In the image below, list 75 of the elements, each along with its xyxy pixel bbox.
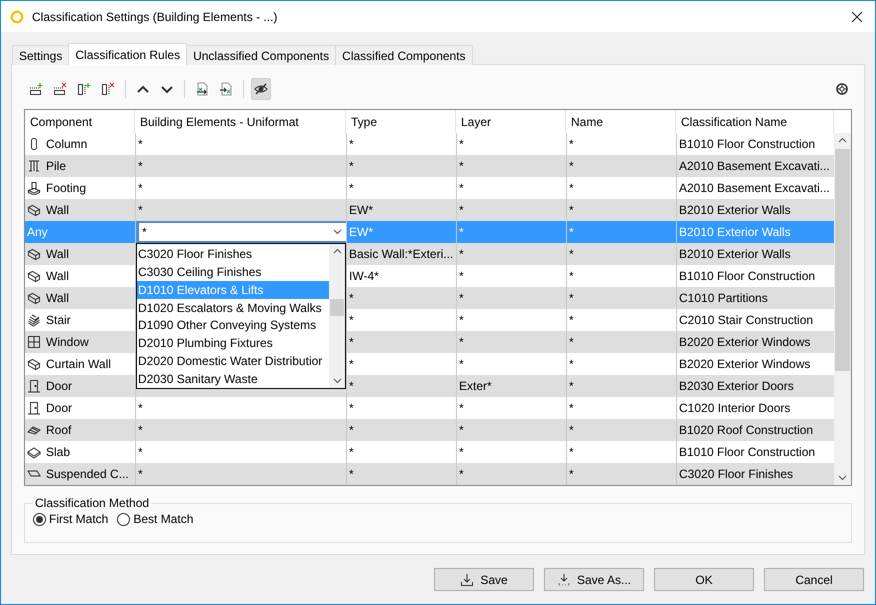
radio-option[interactable]: Best Match [117, 512, 194, 526]
footing-icon [27, 181, 41, 195]
table-row[interactable]: Suspended C... * * * * C3020 Floor Finishes [25, 463, 834, 485]
tab[interactable]: Classification Rules [68, 43, 188, 65]
slab-icon [27, 445, 41, 459]
dropdown-option[interactable]: D2010 Plumbing Fixtures [137, 334, 329, 352]
table-row[interactable]: Roof * * * * B1020 Roof Construction [25, 419, 834, 441]
table-cell: Roof [46, 423, 72, 437]
tab[interactable]: Classified Components [335, 45, 473, 65]
radio-option[interactable]: First Match [33, 512, 108, 526]
table-cell: Wall [46, 247, 69, 261]
table-cell: Curtain Wall [46, 357, 111, 371]
table-row[interactable]: Wall * EW* * * B2010 Exterior Walls [25, 199, 834, 221]
pile-icon [27, 159, 41, 173]
tab[interactable]: Settings [12, 45, 70, 65]
scroll-down-icon[interactable] [332, 378, 342, 384]
stair-icon [27, 313, 41, 327]
scrollbar[interactable] [329, 244, 345, 388]
table-cell: Door [46, 401, 72, 415]
table-cell: Wall [46, 291, 69, 305]
group-title: Classification Method [34, 496, 150, 510]
table-cell: Wall [46, 203, 69, 217]
dropdown-option[interactable]: D2020 Domestic Water Distributior [137, 352, 329, 370]
lifebuoy-icon [835, 82, 849, 96]
dialog-button[interactable]: Cancel [764, 568, 864, 591]
chevron-down-icon[interactable] [333, 229, 342, 235]
door-icon [27, 379, 41, 393]
scrollbar[interactable] [834, 133, 851, 485]
add-column-icon [77, 82, 91, 96]
dialog-button[interactable]: Save [434, 568, 534, 591]
table-cell: Pile [46, 159, 66, 173]
scroll-up-icon[interactable] [838, 137, 847, 143]
tab[interactable]: Unclassified Components [186, 45, 336, 65]
wall-icon [27, 203, 41, 217]
combo-field[interactable]: * [138, 222, 346, 242]
scroll-thumb[interactable] [835, 149, 850, 371]
import-icon [195, 82, 209, 96]
table-cell: Door [46, 379, 72, 393]
wall-icon [27, 291, 41, 305]
door-icon [27, 401, 41, 415]
table-cell: Slab [46, 445, 70, 459]
table-row[interactable]: Pile * * * * A2010 Basement Excavati... [25, 155, 834, 177]
window-icon [27, 335, 41, 349]
add-row-icon [29, 82, 43, 96]
dialog-button[interactable]: OK [654, 568, 754, 591]
download-icon [460, 572, 474, 586]
table-cell: * [566, 463, 676, 485]
table-cell: Column [46, 137, 88, 151]
window-title: Classification Settings (Building Elements - ...) [32, 10, 278, 24]
scroll-thumb[interactable] [330, 299, 344, 316]
wall-icon [27, 269, 41, 283]
delete-row-icon [53, 82, 67, 96]
wall-icon [27, 357, 41, 371]
table-cell: * [135, 463, 346, 485]
table-cell: Stair [46, 313, 71, 327]
scroll-up-icon[interactable] [332, 248, 342, 254]
download-icon [556, 572, 571, 586]
scroll-down-icon[interactable] [838, 475, 847, 481]
hidden-eye-icon [254, 82, 268, 96]
dialog-button[interactable]: Save As... [544, 568, 644, 591]
table-cell: * [456, 463, 566, 485]
table-cell: * [346, 463, 456, 485]
table-row[interactable]: Any * EW* * * B2010 Exterior Walls [25, 221, 834, 243]
table-cell: Window [46, 335, 89, 349]
table-cell: Suspended C... [46, 467, 129, 481]
wall-icon [27, 247, 41, 261]
app-ring-icon [10, 10, 24, 24]
table-cell: Footing [46, 181, 86, 195]
export-icon [219, 82, 233, 96]
dropdown-option[interactable]: C3020 Floor Finishes [137, 245, 329, 263]
table-cell: Wall [46, 269, 69, 283]
table-cell: Any [27, 225, 48, 239]
delete-column-icon [101, 82, 115, 96]
dropdown-option[interactable]: C3030 Ceiling Finishes [137, 262, 329, 281]
toolbar-button[interactable] [251, 78, 271, 100]
